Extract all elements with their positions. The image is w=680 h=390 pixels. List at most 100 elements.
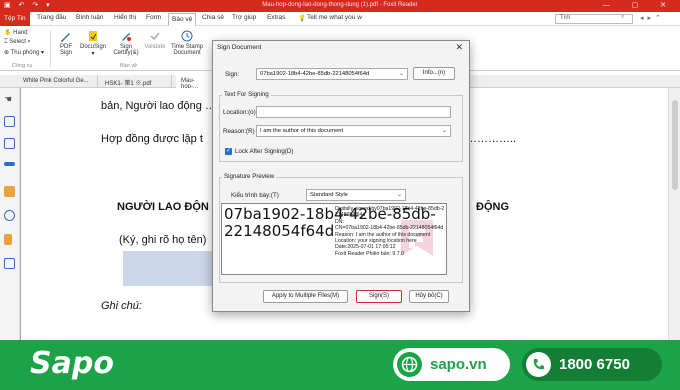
reason-label: Reason:(R): [223, 128, 255, 135]
sign-label: Sign:: [225, 71, 240, 78]
globe-icon: [397, 352, 422, 377]
doc-tab-3[interactable]: Mau-hop-...: [176, 75, 216, 90]
tab-share[interactable]: Chia sẻ: [202, 14, 224, 21]
sign-button[interactable]: Sign(S): [356, 290, 402, 303]
tell-me-box[interactable]: Tell me what you w: [307, 14, 362, 21]
style-value: Standard Style: [310, 192, 349, 198]
clock-icon: [181, 30, 193, 42]
tab-file[interactable]: Tệp Tin: [0, 12, 30, 26]
ribbon-tab-bar: Tệp Tin Trang đầu Bình luận Hiển thị For…: [0, 12, 680, 26]
apply-multiple-button[interactable]: Apply to Multiple Files(M): [263, 290, 348, 303]
left-sidebar: ☚: [0, 88, 20, 340]
location-input[interactable]: [256, 106, 451, 118]
signature-area: [123, 251, 213, 286]
doc-tab-2[interactable]: HSK1- 第1 ※.pdf: [100, 75, 172, 88]
sapo-banner: Sapo sapo.vn 1800 6750: [0, 340, 680, 390]
sign-id-select[interactable]: 07ba1902-18b4-42be-85db-22148054f64d ⌄: [256, 68, 408, 80]
pen-icon: [61, 33, 70, 42]
signature-preview-legend: Signature Preview: [222, 173, 277, 180]
location-label: Location:(o): [223, 109, 256, 116]
doc-line-2-left: Hợp đồng được lập t: [101, 133, 203, 145]
sign-id-value: 07ba1902-18b4-42be-85db-22148054f64d: [260, 71, 370, 77]
phone-icon: [526, 352, 551, 377]
style-select[interactable]: Standard Style ⌄: [306, 189, 406, 201]
nav-arrows-icon[interactable]: ◂▸⌃: [640, 14, 665, 22]
layers-icon[interactable]: [4, 162, 15, 166]
reason-value: I am the author of this document: [260, 128, 344, 134]
sign-document-dialog: Sign Document ✕ Sign: 07ba1902-18b4-42be…: [212, 40, 470, 312]
vertical-scrollbar[interactable]: [668, 88, 680, 340]
window-controls[interactable]: — ▢ ✕: [603, 1, 676, 9]
tab-form[interactable]: Form: [146, 14, 161, 21]
hand-tool[interactable]: ✋ Hand: [4, 29, 28, 36]
website-pill[interactable]: sapo.vn: [393, 348, 510, 381]
style-label: Kiểu trình bày:(T): [231, 192, 279, 199]
doc-line-2-right: …………..: [466, 133, 517, 145]
comment-icon[interactable]: [4, 186, 15, 197]
docusign-label: DocuSign: [79, 44, 106, 50]
reason-select[interactable]: I am the author of this document ⌄: [256, 125, 451, 137]
lock-label: Lock After Signing(D): [235, 148, 294, 155]
window-title: Mau-hop-dong-lao-dong-thong-dung (1).pdf…: [262, 2, 418, 8]
doc-tab-1[interactable]: White Pink Colorful Ge...: [18, 75, 98, 88]
chevron-down-icon: ⌄: [441, 128, 447, 134]
validate-label: Validate: [144, 44, 166, 50]
hand-icon[interactable]: ☚: [4, 94, 15, 105]
tab-comment[interactable]: Bình luận: [76, 14, 103, 21]
tab-help[interactable]: Trợ giúp: [232, 14, 256, 21]
pages-icon[interactable]: [4, 116, 15, 127]
zoom-label: Thu phóng: [10, 50, 40, 56]
cancel-button[interactable]: Hủy bỏ(C): [409, 290, 449, 303]
select-tool[interactable]: ⌶ Select ▾: [4, 39, 30, 46]
sign-certify-label: Sign Certify(&): [113, 44, 139, 56]
select-label: Select: [9, 39, 26, 45]
chevron-down-icon: ⌄: [398, 71, 404, 77]
zoom-tool[interactable]: ⊕ Thu phóng ▾: [4, 49, 44, 56]
info-button[interactable]: Info...(n): [413, 67, 455, 80]
bookmark-icon[interactable]: [4, 138, 15, 149]
heading-employee: NGƯỜI LAO ĐỘN: [117, 201, 209, 213]
tools-group-label: Công cụ: [12, 63, 33, 69]
search-icon[interactable]: ⌕: [621, 14, 624, 21]
text-for-signing-legend: Text For Signing: [222, 91, 271, 98]
protect-group-label: Bảo vệ: [120, 63, 138, 69]
pen-tool-icon[interactable]: [4, 258, 15, 269]
dialog-title: Sign Document: [217, 44, 262, 51]
timestamp-button[interactable]: Time Stamp Document: [169, 30, 205, 56]
chevron-down-icon: ⌄: [396, 192, 402, 198]
tab-extras[interactable]: Extras: [267, 14, 285, 21]
heading-employer: ĐỘNG: [476, 201, 509, 213]
phone-text: 1800 6750: [559, 356, 630, 373]
phone-pill[interactable]: 1800 6750: [522, 348, 662, 381]
validate-icon: [150, 32, 160, 41]
hand-icon: ✋: [4, 30, 12, 36]
sapo-logo: Sapo: [30, 346, 114, 381]
lightbulb-icon: 💡: [298, 15, 307, 22]
sign-certify-button[interactable]: Sign Certify(&): [112, 30, 140, 56]
attachment-icon[interactable]: [4, 210, 15, 221]
validate-button[interactable]: Validate: [143, 30, 167, 50]
pdf-sign-label: PDF Sign: [59, 44, 72, 56]
scroll-thumb[interactable]: [672, 100, 678, 190]
preview-details: Digitally signed by07ba1902-18b4-42be-85…: [335, 206, 445, 257]
zoom-icon: ⊕: [4, 50, 10, 56]
tab-protect[interactable]: Bảo vệ: [168, 13, 197, 26]
tab-view[interactable]: Hiển thị: [114, 14, 136, 21]
cursor-icon: ⌶: [4, 39, 8, 45]
certify-pen-icon: [122, 33, 131, 41]
ribbon-divider: [50, 30, 51, 68]
pdf-sign-button[interactable]: PDF Sign: [56, 30, 76, 56]
signature-note: (Ký, ghi rõ họ tên): [119, 234, 207, 246]
title-bar: ▣ ↶ ↷ ▾ Mau-hop-dong-lao-dong-thong-dung…: [0, 0, 680, 12]
tab-home[interactable]: Trang đầu: [37, 14, 66, 21]
lock-checkbox[interactable]: ✓: [225, 148, 232, 155]
close-icon[interactable]: ✕: [455, 42, 463, 53]
website-text: sapo.vn: [430, 356, 487, 373]
docusign-icon: [89, 31, 97, 41]
lock-icon[interactable]: [4, 234, 12, 245]
docusign-button[interactable]: DocuSign ▾: [78, 30, 108, 57]
hand-label: Hand: [13, 30, 28, 36]
notes-label: Ghi chú:: [101, 300, 142, 312]
timestamp-label: Time Stamp Document: [170, 44, 204, 56]
signature-preview: 07ba1902-18b4-42be-85db-22148054f64d Dig…: [221, 203, 447, 275]
